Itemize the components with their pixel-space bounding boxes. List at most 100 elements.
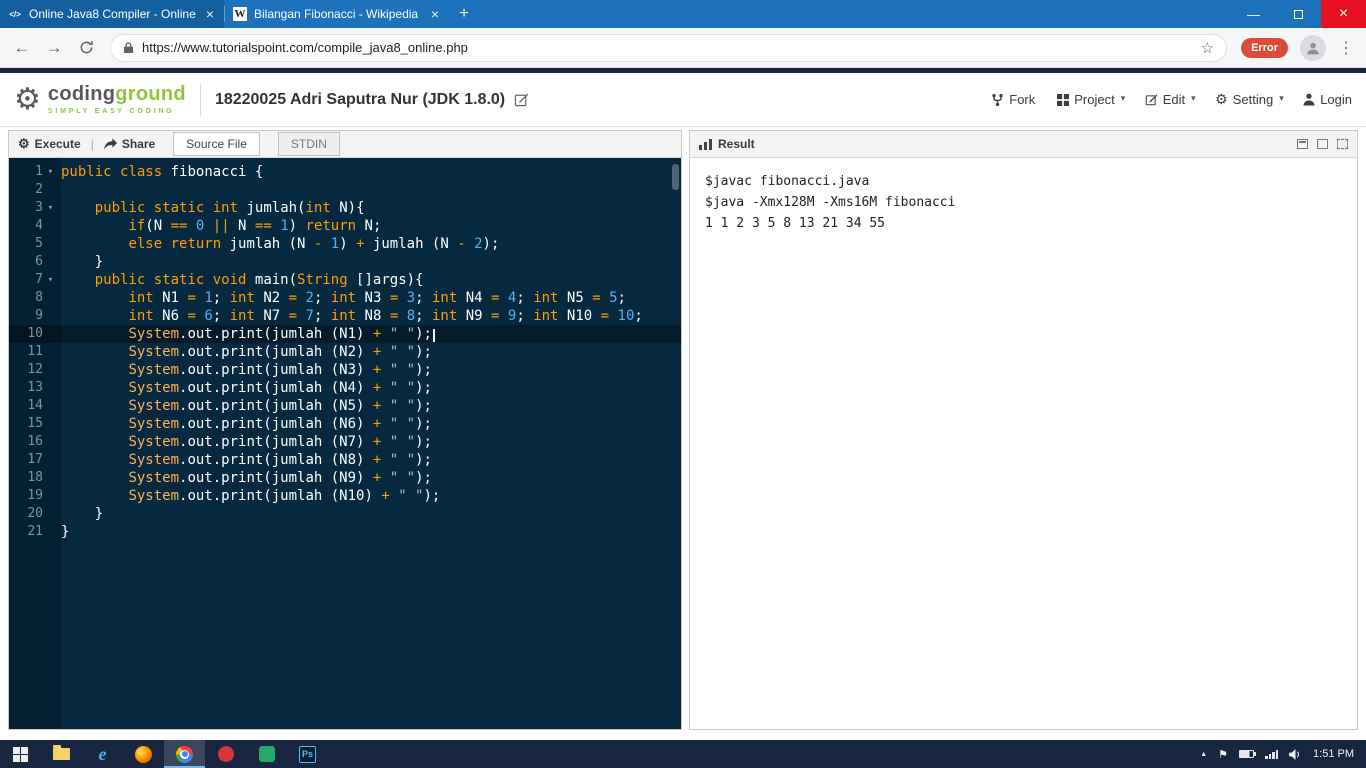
window-minimize-button[interactable]: — <box>1231 0 1276 28</box>
codingground-header: ⚙ codingground SIMPLY EASY CODING 182200… <box>0 73 1366 127</box>
browser-tab-wikipedia[interactable]: W Bilangan Fibonacci - Wikipedia ba × <box>225 0 449 28</box>
code-line-14[interactable]: 14 System.out.print(jumlah (N5) + " "); <box>9 397 681 415</box>
code-line-7[interactable]: 7 ▾ public static void main(String []args… <box>9 271 681 289</box>
window-close-button[interactable]: × <box>1321 0 1366 28</box>
code-line-17[interactable]: 17 System.out.print(jumlah (N8) + " "); <box>9 451 681 469</box>
fold-arrow-icon[interactable]: ▾ <box>43 199 58 217</box>
code-line-4[interactable]: 4 if(N == 0 || N == 1) return N; <box>9 217 681 235</box>
line-number: 7 <box>35 272 43 287</box>
line-number: 10 <box>27 326 43 341</box>
hidden-icons-chevron[interactable]: ▲ <box>1200 751 1207 758</box>
code-line-10[interactable]: 10 System.out.print(jumlah (N1) + " "); <box>9 325 681 343</box>
photoshop-button[interactable]: Ps <box>287 740 328 768</box>
edit-menu-button[interactable]: Edit ▾ <box>1145 92 1196 107</box>
network-signal-icon[interactable] <box>1265 749 1279 759</box>
file-explorer-button[interactable] <box>41 740 82 768</box>
fold-arrow-icon[interactable]: ▾ <box>43 271 58 289</box>
project-menu-button[interactable]: Project ▾ <box>1057 92 1125 107</box>
code-line-9[interactable]: 9 int N6 = 6; int N7 = 7; int N8 = 8; in… <box>9 307 681 325</box>
refresh-button[interactable] <box>72 34 100 62</box>
address-bar[interactable]: https://www.tutorialspoint.com/compile_j… <box>110 33 1228 62</box>
output-line: $java -Xmx128M -Xms16M fibonacci <box>705 195 956 210</box>
code-line-20[interactable]: 20 } <box>9 505 681 523</box>
profile-avatar[interactable] <box>1300 34 1326 61</box>
browser-tab-compiler[interactable]: </> Online Java8 Compiler - Online Ja × <box>0 0 224 28</box>
line-number: 2 <box>35 182 43 197</box>
code-favicon-icon: </> <box>9 9 21 19</box>
maximize-panel-icon[interactable] <box>1317 139 1328 149</box>
battery-icon[interactable] <box>1239 750 1257 758</box>
codingground-logo[interactable]: ⚙ codingground SIMPLY EASY CODING <box>14 84 186 115</box>
tab-stdin[interactable]: STDIN <box>277 132 340 156</box>
red-app-button[interactable] <box>205 740 246 768</box>
forward-button[interactable]: → <box>40 34 68 62</box>
photoshop-icon: Ps <box>299 745 316 763</box>
rename-project-button[interactable] <box>514 92 529 107</box>
setting-menu-button[interactable]: ⚙ Setting ▾ <box>1215 91 1284 108</box>
clock[interactable]: 1:51 PM <box>1313 748 1354 760</box>
code-text: System.out.print(jumlah (N9) + " "); <box>128 470 432 486</box>
bookmark-star-icon[interactable]: ☆ <box>1201 39 1214 57</box>
line-number: 4 <box>35 218 43 233</box>
firefox-button[interactable] <box>123 740 164 768</box>
login-button[interactable]: Login <box>1303 92 1352 107</box>
fold-arrow-icon[interactable]: ▾ <box>43 163 58 181</box>
tab-source-file[interactable]: Source File <box>173 132 260 156</box>
code-line-19[interactable]: 19 System.out.print(jumlah (N10) + " "); <box>9 487 681 505</box>
result-panel: Result $javac fibonacci.java $java -Xmx12… <box>689 130 1358 730</box>
fork-button[interactable]: Fork <box>991 92 1035 107</box>
tab-title: Online Java8 Compiler - Online Ja <box>29 7 197 21</box>
edit-label: Edit <box>1162 92 1186 107</box>
code-text: else return jumlah (N - 1) + jumlah (N -… <box>128 236 500 252</box>
code-line-12[interactable]: 12 System.out.print(jumlah (N3) + " "); <box>9 361 681 379</box>
code-line-18[interactable]: 18 System.out.print(jumlah (N9) + " "); <box>9 469 681 487</box>
code-editor[interactable]: 1 ▾ public class fibonacci {2 3 ▾ public sta… <box>9 158 681 729</box>
window-maximize-button[interactable] <box>1276 0 1321 28</box>
code-text: System.out.print(jumlah (N5) + " "); <box>128 398 432 414</box>
code-line-16[interactable]: 16 System.out.print(jumlah (N7) + " "); <box>9 433 681 451</box>
code-text: public class fibonacci { <box>61 164 264 180</box>
code-line-13[interactable]: 13 System.out.print(jumlah (N4) + " "); <box>9 379 681 397</box>
tab-close-icon[interactable]: × <box>429 6 441 22</box>
chrome-button[interactable] <box>164 740 205 768</box>
code-text: System.out.print(jumlah (N7) + " "); <box>128 434 432 450</box>
code-line-2[interactable]: 2 <box>9 181 681 199</box>
volume-icon[interactable] <box>1289 748 1302 760</box>
code-line-6[interactable]: 6 } <box>9 253 681 271</box>
fullscreen-panel-icon[interactable] <box>1337 139 1348 149</box>
flag-icon[interactable]: ⚑ <box>1218 748 1228 761</box>
line-number: 6 <box>35 254 43 269</box>
new-tab-button[interactable]: + <box>449 0 479 28</box>
logo-ground-text: ground <box>115 83 186 105</box>
internet-explorer-button[interactable]: e <box>82 740 123 768</box>
error-extension-badge[interactable]: Error <box>1241 37 1288 58</box>
line-number: 11 <box>27 344 43 359</box>
output-line: $javac fibonacci.java <box>705 174 870 189</box>
code-line-11[interactable]: 11 System.out.print(jumlah (N2) + " "); <box>9 343 681 361</box>
code-line-5[interactable]: 5 else return jumlah (N - 1) + jumlah (N… <box>9 235 681 253</box>
code-line-1[interactable]: 1 ▾ public class fibonacci { <box>9 163 681 181</box>
browser-menu-button[interactable]: ⋮ <box>1334 38 1358 58</box>
code-line-3[interactable]: 3 ▾ public static int jumlah(int N){ <box>9 199 681 217</box>
line-number: 1 <box>35 164 43 179</box>
code-line-15[interactable]: 15 System.out.print(jumlah (N6) + " "); <box>9 415 681 433</box>
windows-logo-icon <box>13 746 28 762</box>
tab-close-icon[interactable]: × <box>204 6 216 22</box>
url-text[interactable]: https://www.tutorialspoint.com/compile_j… <box>142 40 1193 55</box>
execute-button[interactable]: ⚙ Execute <box>18 136 81 152</box>
workspace: ⚙ Execute | Share Source File STDIN 1 ▾ pu… <box>0 127 1366 740</box>
back-button[interactable]: ← <box>8 34 36 62</box>
green-app-button[interactable] <box>246 740 287 768</box>
start-button[interactable] <box>0 740 41 768</box>
code-line-21[interactable]: 21} <box>9 523 681 541</box>
code-text: public static int jumlah(int N){ <box>94 200 365 216</box>
editor-scrollbar[interactable] <box>672 164 679 190</box>
line-number: 12 <box>27 362 43 377</box>
project-grid-icon <box>1057 93 1070 106</box>
code-line-8[interactable]: 8 int N1 = 1; int N2 = 2; int N3 = 3; in… <box>9 289 681 307</box>
restore-panel-icon[interactable] <box>1297 139 1308 149</box>
share-button[interactable]: Share <box>103 137 155 151</box>
